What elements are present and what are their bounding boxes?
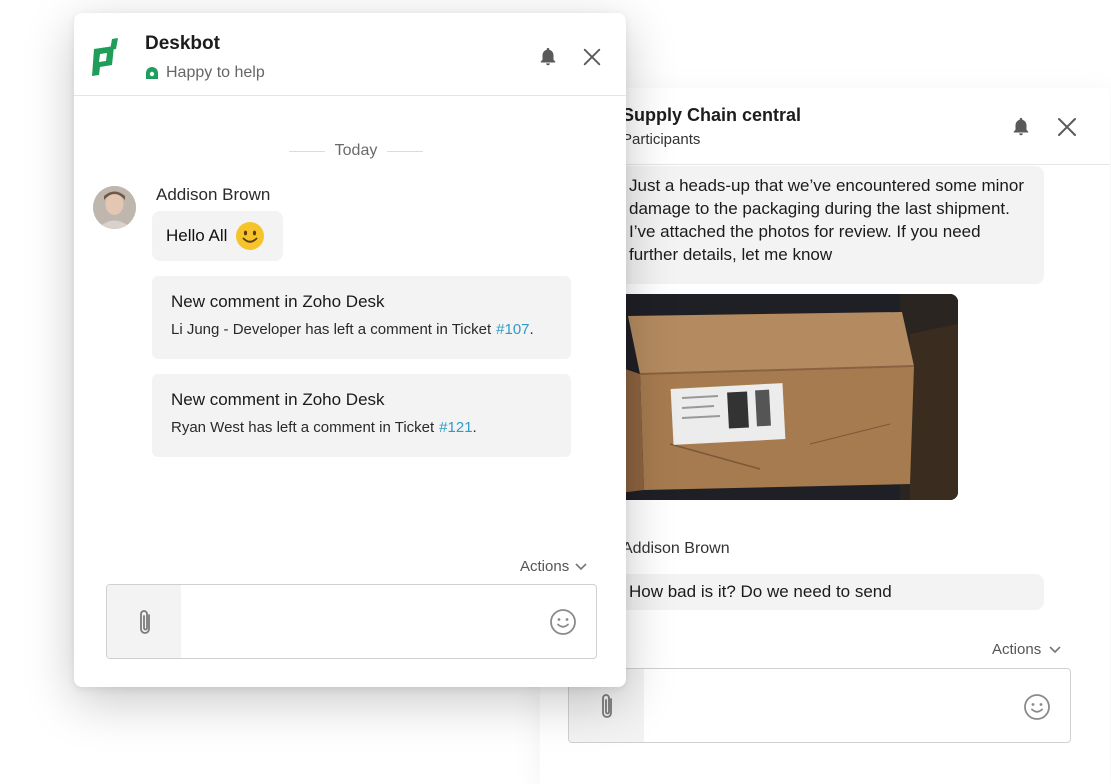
card-body-text: Ryan West has left a comment in Ticket <box>171 419 435 436</box>
notification-card[interactable]: New comment in Zoho Desk Ryan West has l… <box>152 374 571 457</box>
card-body-suffix: . <box>472 419 477 436</box>
divider-line <box>387 150 424 152</box>
deskbot-logo <box>92 38 118 76</box>
card-body: Li Jung - Developer has left a comment i… <box>171 321 552 338</box>
chevron-down-icon <box>575 562 587 570</box>
bot-name: Deskbot <box>145 33 220 54</box>
bell-icon[interactable] <box>537 46 559 68</box>
back-chat-title: Supply Chain central <box>622 105 802 125</box>
card-title: New comment in Zoho Desk <box>171 292 385 311</box>
avatar[interactable] <box>93 186 136 229</box>
actions-dropdown[interactable]: Actions <box>520 558 587 575</box>
close-icon[interactable] <box>581 46 603 68</box>
message-bubble: How bad is it? Do we need to send <box>610 574 1044 610</box>
card-title: New comment in Zoho Desk <box>171 390 385 409</box>
sender-name: Addison Brown <box>156 185 271 204</box>
paperclip-icon <box>140 610 150 634</box>
damaged-box-image <box>610 294 958 500</box>
attach-button[interactable] <box>107 585 181 658</box>
bot-status-icon <box>146 67 158 79</box>
ticket-link[interactable]: #107 <box>496 321 529 338</box>
message-bubble: Hello All <box>152 211 283 261</box>
avatar-image <box>93 186 136 229</box>
ticket-link[interactable]: #121 <box>439 419 472 436</box>
chevron-down-icon <box>1049 646 1061 654</box>
emoji-icon[interactable] <box>1023 693 1051 721</box>
day-divider: Today <box>288 141 424 161</box>
deskbot-header: Deskbot Happy to help <box>74 13 626 96</box>
bot-status: Happy to help <box>144 64 265 82</box>
card-body-text: Li Jung - Developer has left a comment i… <box>171 321 492 338</box>
package-photo[interactable] <box>610 294 958 500</box>
deskbot-chat-window: Deskbot Happy to help Today Addison Brow… <box>74 13 626 687</box>
smile-emoji-icon <box>236 222 265 250</box>
bot-status-text: Happy to help <box>166 64 265 81</box>
message-bubble: Just a heads-up that we’ve encountered s… <box>610 166 1044 284</box>
actions-dropdown[interactable]: Actions <box>992 641 1061 658</box>
day-label: Today <box>334 142 378 159</box>
paperclip-icon <box>602 694 612 718</box>
back-chat-subtitle: Participants <box>622 131 701 148</box>
emoji-icon[interactable] <box>549 608 577 636</box>
message-input[interactable] <box>568 668 1071 743</box>
card-body: Ryan West has left a comment in Ticket #1… <box>171 419 552 436</box>
bell-icon[interactable] <box>1010 116 1032 138</box>
message-text: Hello All <box>166 226 228 245</box>
close-icon[interactable] <box>1055 115 1079 139</box>
divider-line <box>288 150 325 152</box>
actions-label: Actions <box>992 641 1042 658</box>
card-body-suffix: . <box>529 321 534 338</box>
message-input[interactable] <box>106 584 597 659</box>
notification-card[interactable]: New comment in Zoho Desk Li Jung - Devel… <box>152 276 571 359</box>
reply-sender-name: Addison Brown <box>622 540 730 557</box>
actions-label: Actions <box>520 558 570 575</box>
